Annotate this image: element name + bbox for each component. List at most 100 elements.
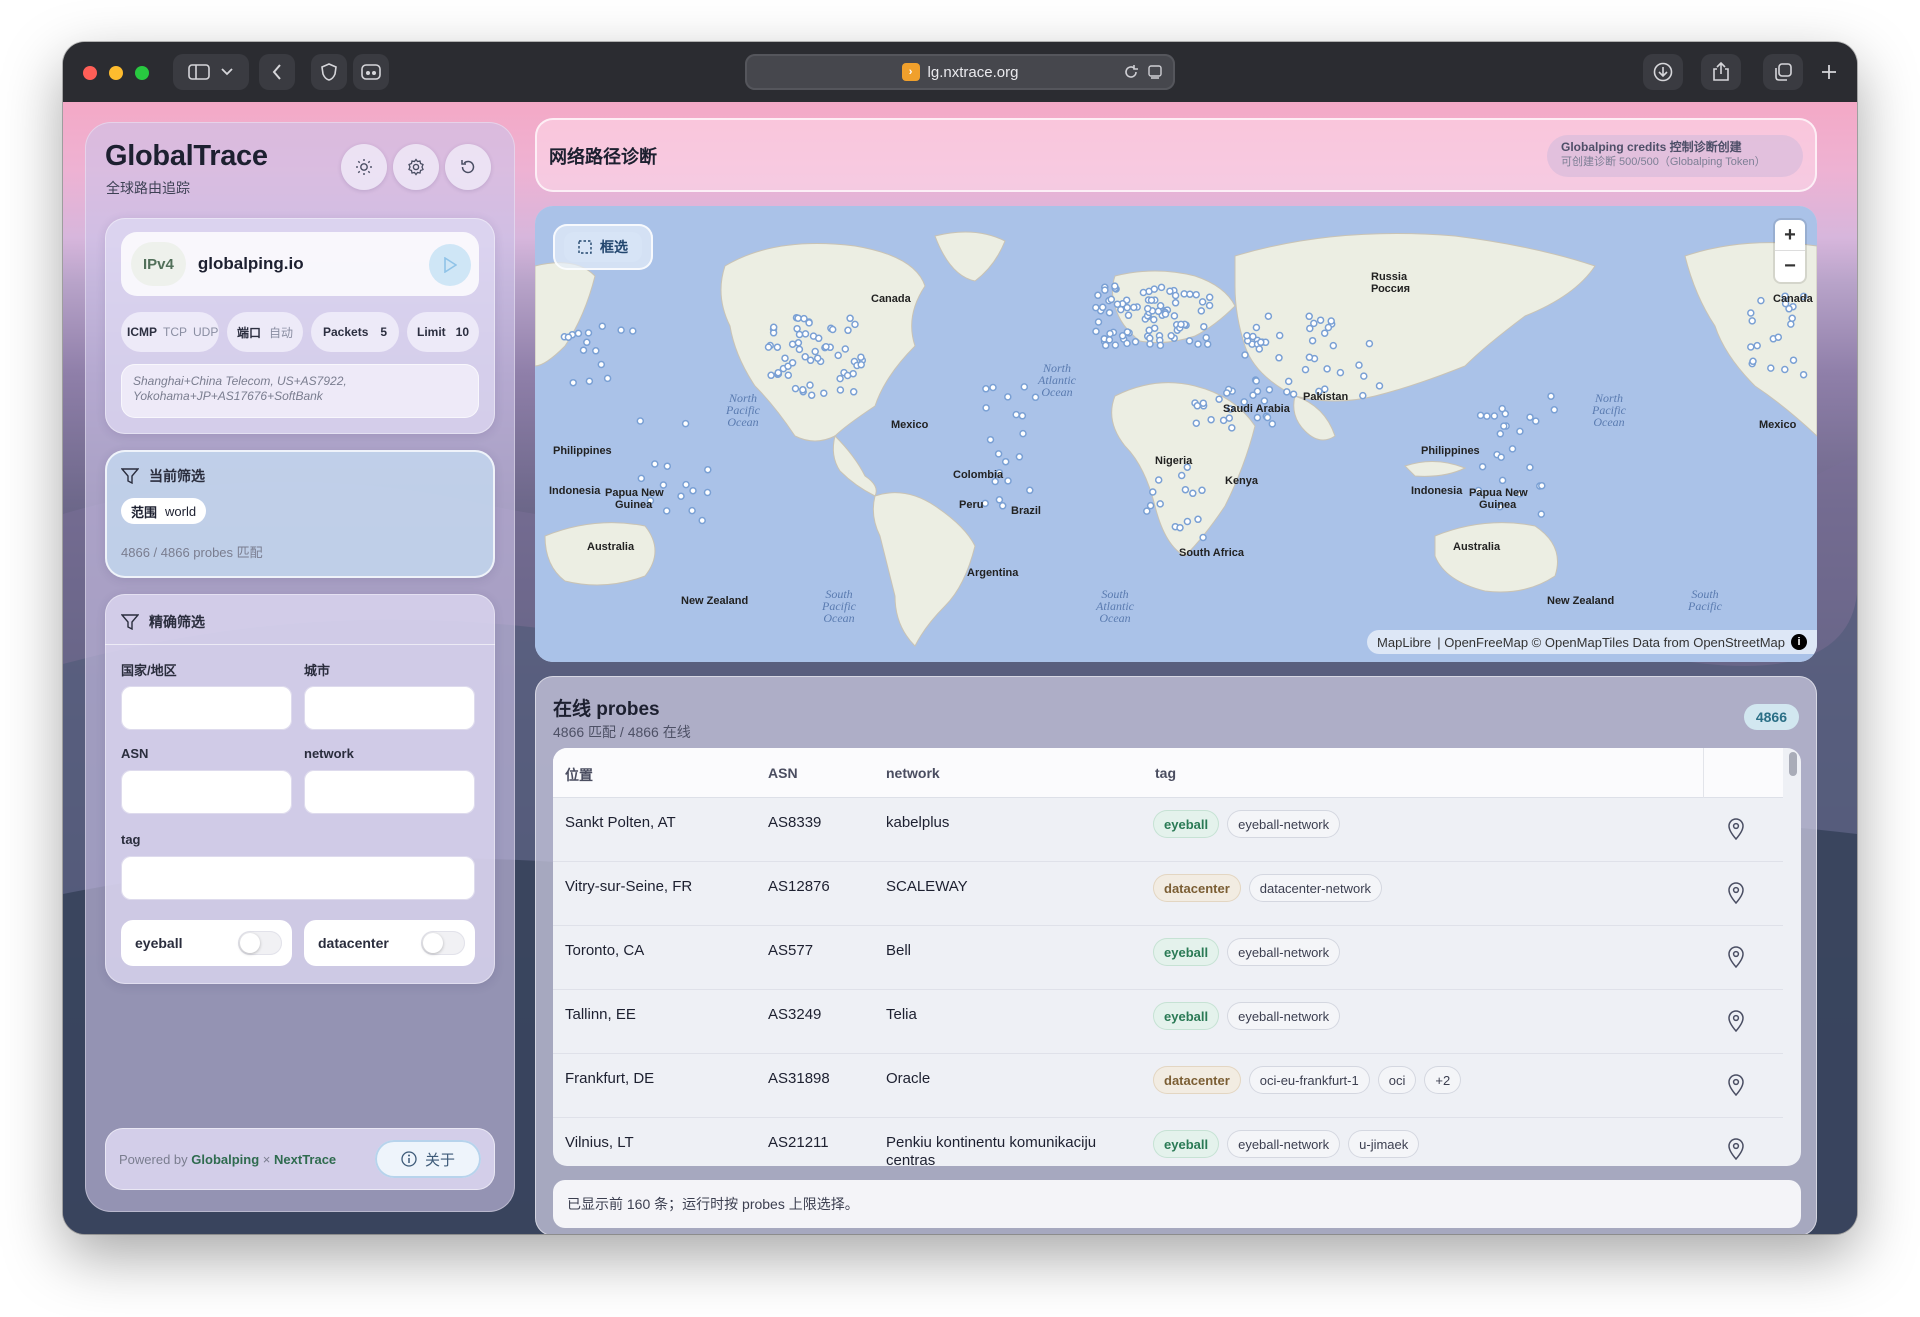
probe-marker[interactable]: [807, 391, 816, 399]
probe-marker[interactable]: [1171, 299, 1180, 307]
new-tab-button[interactable]: [1811, 54, 1847, 90]
probe-marker[interactable]: [781, 354, 789, 362]
probe-marker[interactable]: [1161, 310, 1170, 318]
probe-marker[interactable]: [1323, 365, 1331, 373]
probe-marker[interactable]: [1799, 370, 1808, 379]
probe-marker[interactable]: [1192, 290, 1200, 299]
probe-marker[interactable]: [1106, 329, 1114, 338]
probe-marker[interactable]: [1257, 338, 1265, 347]
tag-chip[interactable]: datacenter-network: [1248, 874, 1383, 902]
map-pin-icon[interactable]: [1727, 946, 1745, 968]
probe-marker[interactable]: [1101, 341, 1110, 350]
probe-marker[interactable]: [1757, 296, 1765, 305]
box-select-button[interactable]: 框选: [553, 224, 653, 270]
probe-marker[interactable]: [1171, 291, 1180, 300]
probe-marker[interactable]: [1228, 424, 1236, 432]
tag-chip[interactable]: eyeball: [1153, 810, 1220, 838]
probe-marker[interactable]: [1263, 413, 1272, 422]
table-row[interactable]: Vilnius, LT AS21211 Penkiu kontinentu komu…: [553, 1118, 1783, 1166]
world-map[interactable]: Canada Canada Russia Россия Mexico Mexic…: [535, 206, 1817, 662]
probe-marker[interactable]: [1753, 341, 1761, 350]
probe-marker[interactable]: [1264, 312, 1273, 320]
probe-marker[interactable]: [995, 496, 1004, 504]
probe-marker[interactable]: [663, 462, 672, 470]
probe-marker[interactable]: [1026, 486, 1034, 495]
probe-marker[interactable]: [1747, 309, 1755, 317]
address-bar[interactable]: › lg.nxtrace.org: [745, 54, 1175, 90]
tag-input[interactable]: [121, 856, 475, 900]
probe-marker[interactable]: [1205, 293, 1214, 302]
probe-marker[interactable]: [564, 333, 573, 341]
tag-chip[interactable]: u-jimaek: [1348, 1130, 1420, 1158]
probe-marker[interactable]: [681, 419, 690, 428]
probe-marker[interactable]: [1200, 322, 1208, 331]
location-input[interactable]: Shanghai+China Telecom, US+AS7922, Yokoh…: [121, 364, 479, 418]
probe-marker[interactable]: [813, 354, 822, 362]
target-input-row[interactable]: IPv4 globalping.io: [121, 232, 479, 296]
probe-marker[interactable]: [1253, 413, 1262, 422]
probe-marker[interactable]: [597, 360, 606, 369]
probe-marker[interactable]: [774, 368, 782, 377]
probe-marker[interactable]: [784, 371, 793, 379]
probe-marker[interactable]: [1131, 338, 1140, 346]
probe-marker[interactable]: [1355, 361, 1363, 369]
probe-marker[interactable]: [1118, 332, 1127, 340]
probe-marker[interactable]: [1004, 477, 1012, 485]
probe-marker[interactable]: [1154, 307, 1163, 316]
probe-marker[interactable]: [1305, 353, 1314, 362]
back-button[interactable]: [259, 54, 295, 90]
probe-marker[interactable]: [844, 326, 852, 335]
probe-marker[interactable]: [1498, 476, 1507, 485]
protocol-icmp[interactable]: ICMP: [127, 325, 157, 339]
probe-marker[interactable]: [801, 330, 810, 338]
probe-marker[interactable]: [1324, 323, 1333, 332]
probe-marker[interactable]: [767, 371, 775, 380]
probe-marker[interactable]: [569, 378, 577, 387]
tag-chip[interactable]: eyeball-network: [1227, 938, 1341, 966]
probe-marker[interactable]: [1774, 333, 1783, 341]
probe-marker[interactable]: [822, 342, 830, 351]
probe-marker[interactable]: [1098, 303, 1107, 312]
probe-marker[interactable]: [1301, 365, 1310, 374]
nexttrace-link[interactable]: NextTrace: [274, 1152, 336, 1167]
probe-marker[interactable]: [1249, 391, 1257, 399]
probe-marker[interactable]: [1199, 533, 1207, 542]
probe-marker[interactable]: [1197, 307, 1206, 315]
probe-marker[interactable]: [1199, 399, 1208, 407]
probe-marker[interactable]: [584, 329, 593, 337]
probe-marker[interactable]: [1215, 395, 1223, 403]
probe-marker[interactable]: [1225, 414, 1234, 422]
probe-marker[interactable]: [637, 474, 646, 483]
probe-marker[interactable]: [857, 353, 865, 361]
eyeball-switch[interactable]: [238, 931, 282, 955]
probe-marker[interactable]: [806, 381, 814, 389]
target-input[interactable]: globalping.io: [198, 254, 304, 274]
probe-marker[interactable]: [1147, 296, 1156, 304]
probe-marker[interactable]: [1094, 291, 1102, 300]
probe-marker[interactable]: [843, 371, 852, 380]
probe-marker[interactable]: [636, 417, 645, 425]
probe-marker[interactable]: [1177, 320, 1185, 329]
probe-marker[interactable]: [617, 326, 625, 334]
probe-marker[interactable]: [788, 340, 797, 348]
probe-marker[interactable]: [1194, 340, 1202, 348]
probe-marker[interactable]: [1375, 382, 1384, 390]
table-row[interactable]: Vitry-sur-Seine, FR AS12876 SCALEWAY datace…: [553, 862, 1783, 926]
datacenter-switch[interactable]: [421, 931, 465, 955]
probe-marker[interactable]: [834, 351, 842, 360]
probe-marker[interactable]: [1111, 282, 1119, 290]
table-scrollbar[interactable]: [1789, 752, 1797, 776]
probe-marker[interactable]: [1327, 317, 1335, 325]
attribution-rest[interactable]: | OpenFreeMap © OpenMapTiles Data from O…: [1437, 635, 1785, 650]
reader-button[interactable]: [353, 54, 389, 90]
probe-marker[interactable]: [1193, 402, 1202, 410]
probe-marker[interactable]: [1789, 356, 1798, 364]
info-icon[interactable]: i: [1791, 634, 1807, 650]
probe-marker[interactable]: [1490, 412, 1499, 420]
probe-marker[interactable]: [1198, 298, 1207, 306]
probe-marker[interactable]: [1359, 391, 1367, 400]
tag-chip[interactable]: eyeball-network: [1227, 1002, 1341, 1030]
probe-marker[interactable]: [1107, 295, 1116, 304]
probe-marker[interactable]: [703, 488, 712, 497]
probe-marker[interactable]: [1310, 319, 1318, 328]
